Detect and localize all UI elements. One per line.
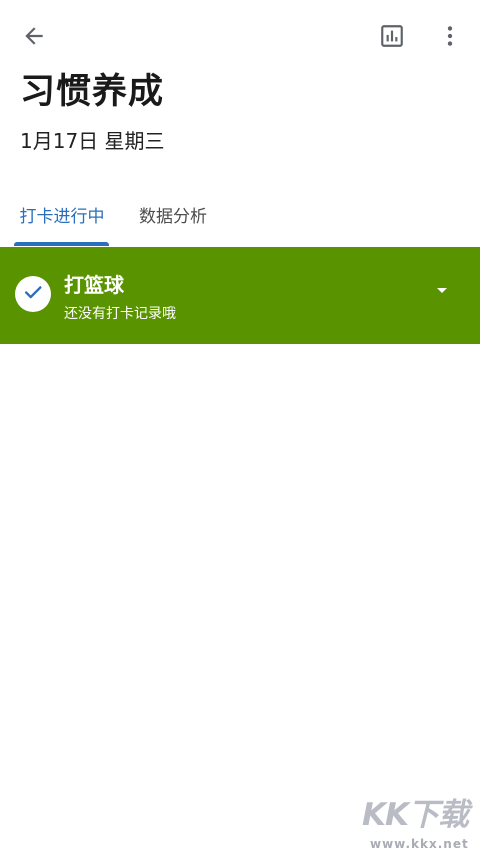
- habit-name: 打篮球: [64, 273, 124, 297]
- watermark: KK下载 www.kkx.net: [360, 795, 472, 851]
- tab-in-progress[interactable]: 打卡进行中: [14, 190, 110, 246]
- watermark-logo: KK下载: [362, 797, 469, 833]
- tab-label: 数据分析: [139, 207, 207, 227]
- expand-button[interactable]: [426, 276, 458, 308]
- page-title: 习惯养成: [20, 72, 165, 112]
- habit-card[interactable]: 打篮球 还没有打卡记录哦: [0, 247, 480, 344]
- arrow-left-icon: [21, 23, 47, 53]
- tab-label: 打卡进行中: [19, 207, 105, 227]
- habit-status: 还没有打卡记录哦: [64, 306, 176, 322]
- watermark-url: www.kkx.net: [370, 837, 469, 851]
- habit-check-button[interactable]: [15, 276, 51, 312]
- tab-bar: 打卡进行中 数据分析: [0, 190, 480, 246]
- more-vertical-icon: [437, 23, 463, 53]
- top-app-bar: [0, 0, 480, 76]
- tab-data-analysis[interactable]: 数据分析: [139, 190, 207, 246]
- stats-button[interactable]: [370, 16, 414, 60]
- check-icon: [22, 281, 44, 307]
- bar-chart-icon: [379, 23, 405, 53]
- page-date: 1月17日 星期三: [20, 129, 165, 153]
- tab-indicator: [14, 242, 109, 246]
- caret-down-icon: [430, 278, 454, 306]
- more-options-button[interactable]: [428, 16, 472, 60]
- back-button[interactable]: [12, 16, 56, 60]
